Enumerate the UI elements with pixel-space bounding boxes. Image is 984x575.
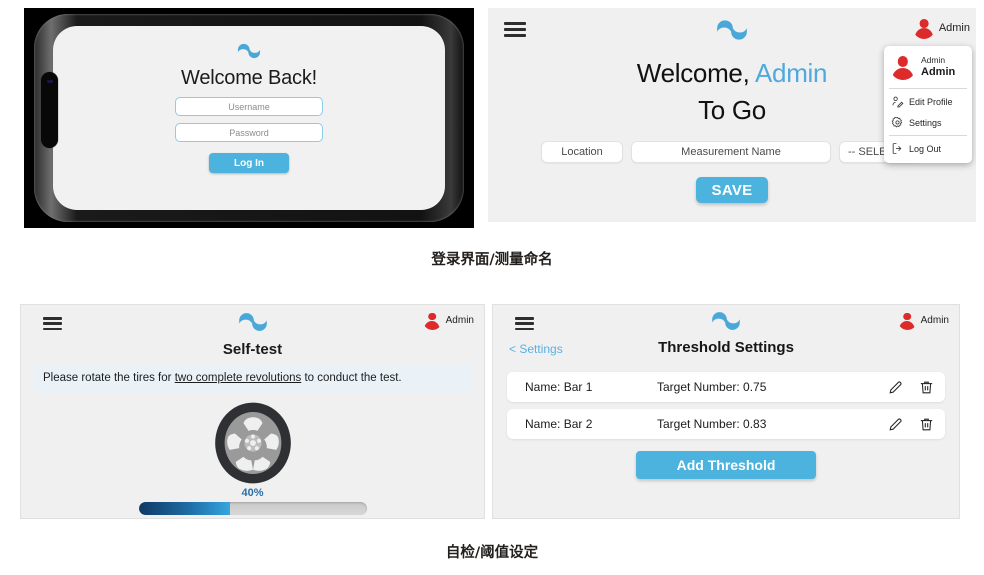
threshold-target-cell: Target Number: 0.83 xyxy=(657,417,887,431)
threshold-header: Admin xyxy=(493,305,959,341)
instruction-part-1: Please rotate the tires for xyxy=(43,372,175,384)
welcome-username: Admin xyxy=(755,58,828,88)
user-chip[interactable]: Admin xyxy=(423,311,474,330)
row-actions xyxy=(887,416,935,433)
gear-icon xyxy=(891,116,903,128)
measurement-panel: Admin Welcome, Admin To Go Location Meas… xyxy=(488,8,976,222)
user-dropdown-menu: Admin Admin Edit Profile Settings Log Ou… xyxy=(884,46,972,163)
dynamic-island xyxy=(41,72,58,148)
measurement-name-input[interactable]: Measurement Name xyxy=(631,141,831,164)
table-row[interactable]: Name: Bar 2 Target Number: 0.83 xyxy=(507,409,945,439)
camera-dot-icon xyxy=(46,80,53,83)
instruction-emphasis: two complete revolutions xyxy=(174,372,302,384)
selftest-panel: Admin Self-test Please rotate the tires … xyxy=(20,304,485,519)
login-logo xyxy=(53,40,445,62)
logout-icon xyxy=(892,143,902,154)
page-title: Threshold Settings xyxy=(658,339,794,356)
avatar xyxy=(913,17,935,39)
table-row[interactable]: Name: Bar 1 Target Number: 0.75 xyxy=(507,372,945,402)
delete-row-button[interactable] xyxy=(918,416,935,433)
hamburger-menu-icon[interactable] xyxy=(43,317,62,330)
pencil-icon xyxy=(889,380,902,394)
name-label: Name: xyxy=(525,380,561,394)
user-chip[interactable]: Admin xyxy=(898,311,949,330)
user-chip[interactable]: Admin xyxy=(913,17,970,39)
user-menu-name-bottom: Admin xyxy=(921,65,956,78)
hamburger-menu-icon[interactable] xyxy=(504,22,526,37)
selftest-header: Admin xyxy=(21,305,484,343)
selftest-instruction: Please rotate the tires for two complete… xyxy=(33,364,472,394)
user-menu-name-top: Admin xyxy=(921,54,946,65)
progress-bar xyxy=(138,501,367,515)
menu-item-label: Edit Profile xyxy=(909,96,953,107)
wave-logo-icon xyxy=(237,43,261,59)
login-button[interactable]: Log In xyxy=(209,153,289,173)
phone-mockup: Welcome Back! Log In xyxy=(24,8,474,228)
avatar xyxy=(423,311,442,330)
threshold-name-cell: Name: Bar 2 xyxy=(517,417,657,431)
name-label: Name: xyxy=(525,417,561,431)
caption-top: 登录界面/测量命名 xyxy=(431,252,553,268)
selftest-title: Self-test xyxy=(222,341,283,358)
avatar xyxy=(890,54,916,80)
target-value: 0.75 xyxy=(743,380,767,394)
wave-logo-icon xyxy=(238,313,267,331)
delete-row-button[interactable] xyxy=(918,379,935,396)
user-menu-header: Admin Admin xyxy=(884,50,972,86)
progress-percent-label: 40% xyxy=(241,486,264,499)
menu-item-label: Log Out xyxy=(909,143,942,154)
menu-item-label: Settings xyxy=(909,117,942,128)
login-title: Welcome Back! xyxy=(181,67,317,89)
caption-bottom: 自检/阈值设定 xyxy=(445,545,539,561)
threshold-subheader: < Settings Threshold Settings xyxy=(493,339,959,365)
divider xyxy=(889,135,967,136)
app-logo xyxy=(711,16,753,44)
tire-wheel-icon xyxy=(214,402,291,483)
edit-row-button[interactable] xyxy=(887,379,904,396)
threshold-name-cell: Name: Bar 1 xyxy=(517,380,657,394)
edit-row-button[interactable] xyxy=(887,416,904,433)
user-name-label: Admin xyxy=(920,315,949,326)
tire-illustration xyxy=(21,400,484,486)
menu-item-edit-profile[interactable]: Edit Profile xyxy=(884,91,972,112)
app-logo xyxy=(707,308,745,334)
wave-logo-icon xyxy=(712,312,740,330)
row-actions xyxy=(887,379,935,396)
hamburger-menu-icon[interactable] xyxy=(515,317,534,330)
threshold-target-cell: Target Number: 0.75 xyxy=(657,380,887,394)
pencil-icon xyxy=(889,417,902,431)
trash-icon xyxy=(920,381,933,393)
add-threshold-button[interactable]: Add Threshold xyxy=(636,451,816,479)
name-value: Bar 1 xyxy=(563,380,593,394)
welcome-prefix: Welcome, xyxy=(636,58,755,88)
login-screen: Welcome Back! Log In xyxy=(53,26,445,210)
wave-logo-icon xyxy=(717,20,747,40)
phone-body: Welcome Back! Log In xyxy=(34,14,464,222)
menu-item-settings[interactable]: Settings xyxy=(884,112,972,133)
trash-icon xyxy=(920,418,933,430)
name-value: Bar 2 xyxy=(563,417,593,431)
save-button[interactable]: SAVE xyxy=(696,177,768,204)
user-name-label: Admin xyxy=(445,315,474,326)
avatar xyxy=(898,311,917,330)
figure-root: Welcome Back! Log In A xyxy=(0,0,984,575)
back-to-settings-link[interactable]: < Settings xyxy=(509,342,563,356)
progress-bar-fill xyxy=(138,501,230,515)
user-name-label: Admin xyxy=(938,22,970,34)
target-value: 0.83 xyxy=(743,417,767,431)
instruction-part-2: to conduct the test. xyxy=(301,372,402,384)
target-label: Target Number: xyxy=(657,380,740,394)
username-input[interactable] xyxy=(175,97,323,116)
menu-item-log-out[interactable]: Log Out xyxy=(884,138,972,159)
location-input[interactable]: Location xyxy=(541,141,623,164)
divider xyxy=(889,88,967,89)
threshold-panel: Admin < Settings Threshold Settings Name… xyxy=(492,304,960,519)
password-input[interactable] xyxy=(175,123,323,142)
target-label: Target Number: xyxy=(657,417,740,431)
app-logo xyxy=(234,309,272,335)
edit-profile-icon xyxy=(892,96,904,108)
